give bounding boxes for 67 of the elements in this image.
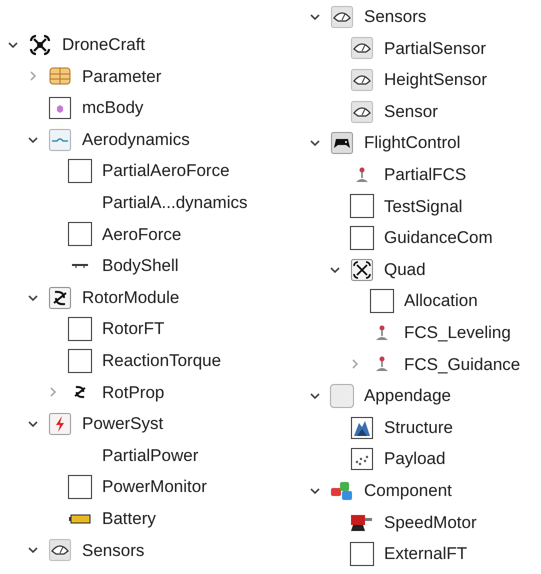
tree-item-label[interactable]: Allocation [404,288,478,314]
motor-icon [350,512,374,532]
battery-icon [69,514,91,524]
tree-item-label[interactable]: PartialFCS [384,162,466,188]
block-icon [68,317,92,342]
structure-icon [351,416,373,439]
tree-item-label[interactable]: Parameter [82,64,162,90]
tree-item-label[interactable]: Sensors [82,538,144,564]
tree-item-label[interactable]: Sensor [384,98,438,124]
payload-icon [351,448,373,470]
tree-item-label[interactable]: AeroForce [102,222,182,248]
tree-item-label[interactable]: RotorModule [82,284,180,310]
joystick-icon [375,356,389,372]
tree-item-label[interactable]: Aerodynamics [82,126,190,152]
gamepad-icon [331,132,353,154]
tree-item-label[interactable]: ExternalFT [384,541,468,567]
rotor-icon [49,286,71,309]
tree-item-label[interactable]: mcBody [82,95,144,121]
block-icon [68,475,92,500]
gauge-icon [351,68,373,91]
component-icon [330,480,354,502]
tree-item-label[interactable]: PowerMonitor [102,474,207,500]
block-icon [68,222,92,246]
tree-item-label[interactable]: PartialSensor [384,36,486,62]
tree-item-label[interactable]: Appendage [364,383,451,409]
tree-item-label[interactable]: Quad [384,256,426,282]
tree-item-label[interactable]: Payload [384,446,446,472]
tree-item-label[interactable]: RotorFT [102,316,164,342]
tree-item-label[interactable]: BodyShell [102,253,179,279]
tree-item-label[interactable]: TestSignal [384,194,462,220]
drone-icon [351,258,373,281]
tree-item-label[interactable]: ReactionTorque [102,348,222,374]
block-icon [350,542,374,566]
tree-item-label[interactable]: PartialPower [102,442,198,468]
tree-item-label[interactable]: Battery [102,506,156,532]
tree-item-label[interactable]: PartialA...dynamics [102,190,248,216]
gauge-icon [49,539,71,562]
tree-item-label[interactable]: SpeedMotor [384,510,477,536]
block-icon [350,194,374,218]
lightning-icon [49,412,71,435]
shell-icon [71,262,89,269]
gauge-icon [351,37,373,60]
tree-item-label[interactable]: FCS_Guidance [404,352,520,378]
blank-icon [330,384,354,408]
block-icon [350,226,374,250]
tree-item-label[interactable]: PartialAeroForce [102,158,230,184]
tree-item-label[interactable]: GuidanceCom [384,225,493,251]
tree-item-label[interactable]: Sensors [364,4,426,30]
block-icon [68,348,92,373]
block-icon [68,159,92,184]
tree-item-label[interactable]: RotProp [102,380,164,406]
block-icon [370,289,394,314]
airflow-icon [49,128,71,151]
tree-item-label[interactable]: Component [364,478,452,504]
tree-item-label[interactable]: PowerSyst [82,411,164,437]
cube-icon [49,96,71,119]
joystick-icon [375,324,389,341]
tree-item-label[interactable]: HeightSensor [384,67,488,93]
tree-item-label[interactable]: FCS_Leveling [404,320,511,346]
drone-icon [29,34,51,56]
table-icon [49,67,71,86]
tree-item-label[interactable]: FlightControl [364,130,460,156]
gauge-icon [331,6,353,28]
tree-item-label[interactable]: DroneCraft [62,32,146,58]
tree-item-label[interactable]: Structure [384,414,453,440]
joystick-icon [355,166,369,183]
gauge-icon [351,100,373,123]
